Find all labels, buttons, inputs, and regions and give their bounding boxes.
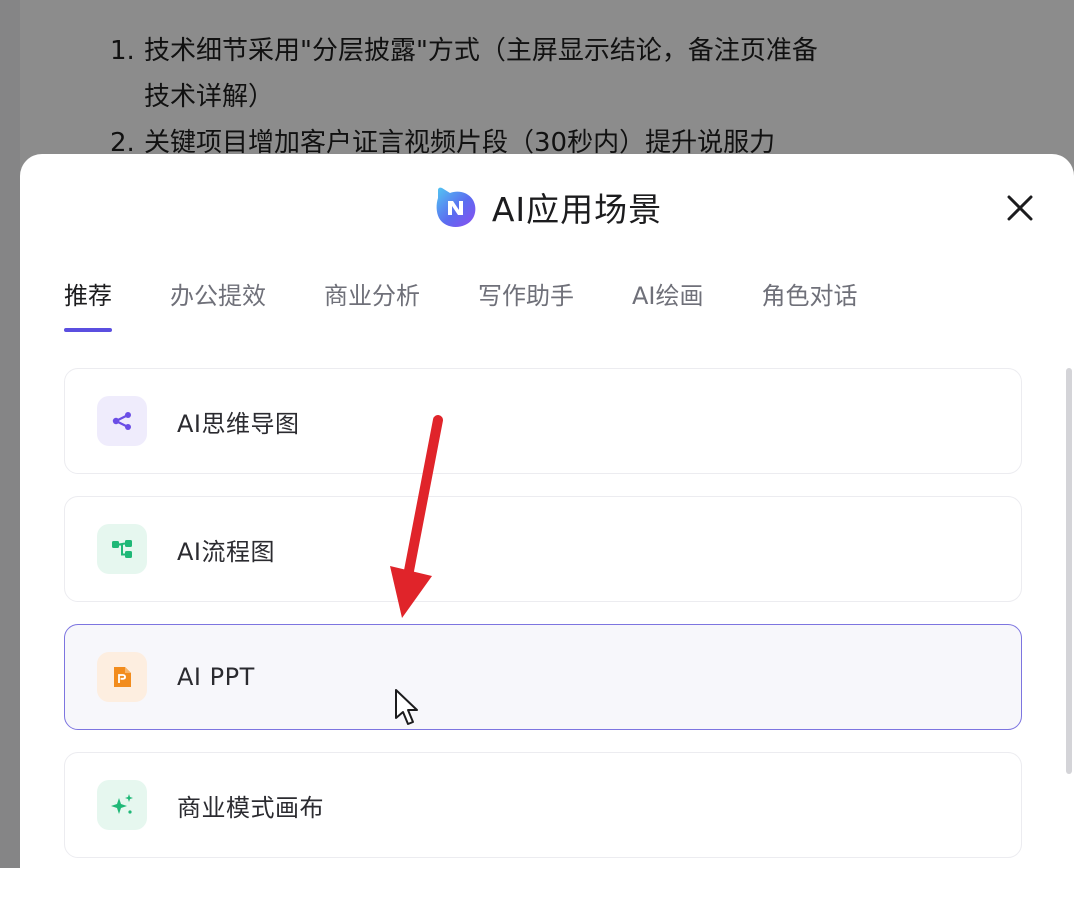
scenario-item-label: AI PPT bbox=[177, 663, 255, 691]
ai-app-logo-icon bbox=[436, 187, 476, 227]
list-scrollbar[interactable] bbox=[1066, 368, 1072, 774]
scenario-item-label: 商业模式画布 bbox=[177, 793, 324, 822]
mouse-pointer-icon bbox=[395, 689, 418, 725]
annotation-arrow bbox=[390, 415, 443, 618]
tab-role-dialogue[interactable]: 角色对话 bbox=[762, 276, 858, 316]
ppt-icon bbox=[97, 652, 147, 702]
flowchart-icon bbox=[97, 524, 147, 574]
category-tabs: 推荐 办公提效 商业分析 写作助手 AI绘画 角色对话 bbox=[64, 276, 916, 336]
sparkle-icon bbox=[97, 780, 147, 830]
tab-office-efficiency[interactable]: 办公提效 bbox=[170, 276, 266, 316]
modal-title: AI应用场景 bbox=[491, 190, 663, 229]
scenario-item-ai-mind-map[interactable]: AI思维导图 bbox=[64, 368, 1022, 474]
close-icon[interactable] bbox=[1004, 192, 1036, 224]
tab-recommended[interactable]: 推荐 bbox=[64, 276, 112, 332]
scenario-item-ai-flowchart[interactable]: AI流程图 bbox=[64, 496, 1022, 602]
tab-ai-painting[interactable]: AI绘画 bbox=[632, 276, 704, 316]
tab-business-analysis[interactable]: 商业分析 bbox=[324, 276, 420, 316]
ai-scenarios-modal: AI应用场景 推荐 办公提效 商业分析 写作助手 AI绘画 角色对话 AI思维导… bbox=[20, 154, 1074, 914]
modal-header: AI应用场景 bbox=[20, 182, 1074, 232]
scenario-item-label: AI思维导图 bbox=[177, 409, 300, 438]
tab-writing-assistant[interactable]: 写作助手 bbox=[478, 276, 574, 316]
mind-map-icon bbox=[97, 396, 147, 446]
scenario-item-label: AI流程图 bbox=[177, 537, 275, 566]
scenario-item-business-model-canvas[interactable]: 商业模式画布 bbox=[64, 752, 1022, 858]
scenario-item-ai-ppt[interactable]: AI PPT bbox=[64, 624, 1022, 730]
scenario-list: AI思维导图 AI流程图 AI PPT 商业模式画布 bbox=[64, 368, 1022, 880]
